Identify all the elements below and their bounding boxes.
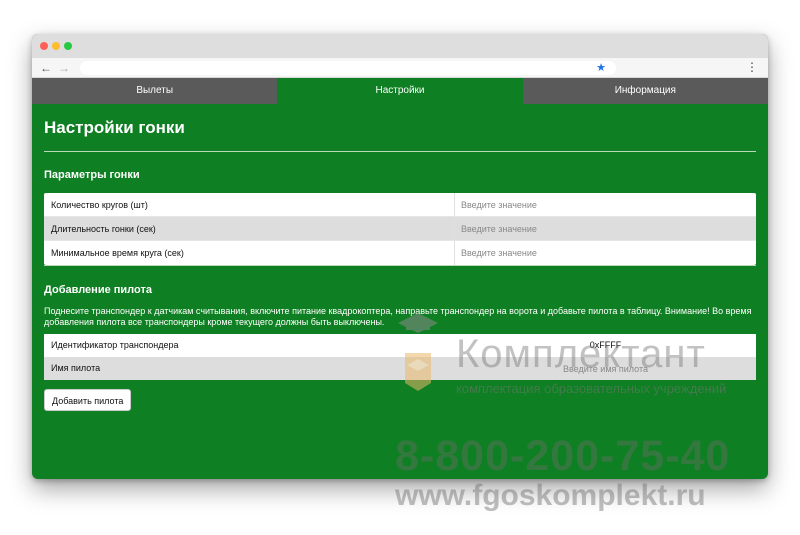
settings-content: Настройки гонки Параметры гонки Количест… — [32, 104, 768, 411]
transponder-value: 0xFFFF — [589, 340, 622, 350]
add-pilot-button[interactable]: Добавить пилота — [44, 389, 132, 411]
maximize-window-button[interactable] — [64, 42, 72, 50]
min-lap-time-input[interactable] — [455, 241, 756, 265]
title-bar — [32, 34, 768, 58]
min-lap-time-row: Минимальное время круга (сек) — [44, 241, 756, 265]
back-arrow-icon[interactable]: ← — [40, 60, 52, 76]
tab-settings[interactable]: Настройки — [277, 78, 523, 104]
browser-menu-icon[interactable]: ⋮ — [746, 59, 758, 75]
transponder-row: Идентификатор транспондера 0xFFFF — [44, 334, 756, 357]
pilot-name-input[interactable] — [455, 357, 756, 380]
bookmark-star-icon[interactable]: ★ — [596, 60, 606, 76]
race-params-table: Количество кругов (шт) Длительность гонк… — [44, 193, 756, 265]
tab-flights[interactable]: Вылеты — [32, 78, 278, 104]
race-duration-label: Длительность гонки (сек) — [44, 217, 455, 240]
race-duration-input[interactable] — [455, 217, 756, 240]
divider — [44, 265, 756, 266]
browser-window: ← → ★ ⋮ Вылеты Настройки Информация Наст… — [32, 34, 768, 479]
race-params-title: Параметры гонки — [44, 169, 140, 181]
close-window-button[interactable] — [40, 42, 48, 50]
address-bar[interactable] — [80, 61, 616, 75]
min-lap-time-label: Минимальное время круга (сек) — [44, 241, 455, 265]
laps-count-input[interactable] — [455, 193, 756, 216]
race-duration-row: Длительность гонки (сек) — [44, 217, 756, 241]
transponder-label: Идентификатор транспондера — [51, 340, 179, 350]
watermark-url: www.fgoskomplekt.ru — [395, 479, 706, 512]
pilot-name-row: Имя пилота — [44, 357, 756, 380]
tab-information[interactable]: Информация — [522, 78, 768, 104]
laps-count-row: Количество кругов (шт) — [44, 193, 756, 217]
pilot-name-label: Имя пилота — [51, 363, 101, 373]
page-title: Настройки гонки — [44, 118, 185, 137]
forward-arrow-icon[interactable]: → — [58, 60, 70, 76]
add-pilot-instructions: Поднесите транспондер к датчикам считыва… — [44, 306, 752, 327]
divider — [44, 151, 756, 152]
add-pilot-table: Идентификатор транспондера 0xFFFF Имя пи… — [44, 334, 756, 380]
main-tabs: Вылеты Настройки Информация — [32, 78, 768, 104]
laps-count-label: Количество кругов (шт) — [44, 193, 455, 216]
browser-toolbar: ← → ★ ⋮ — [32, 58, 768, 78]
minimize-window-button[interactable] — [52, 42, 60, 50]
add-pilot-title: Добавление пилота — [44, 284, 152, 296]
